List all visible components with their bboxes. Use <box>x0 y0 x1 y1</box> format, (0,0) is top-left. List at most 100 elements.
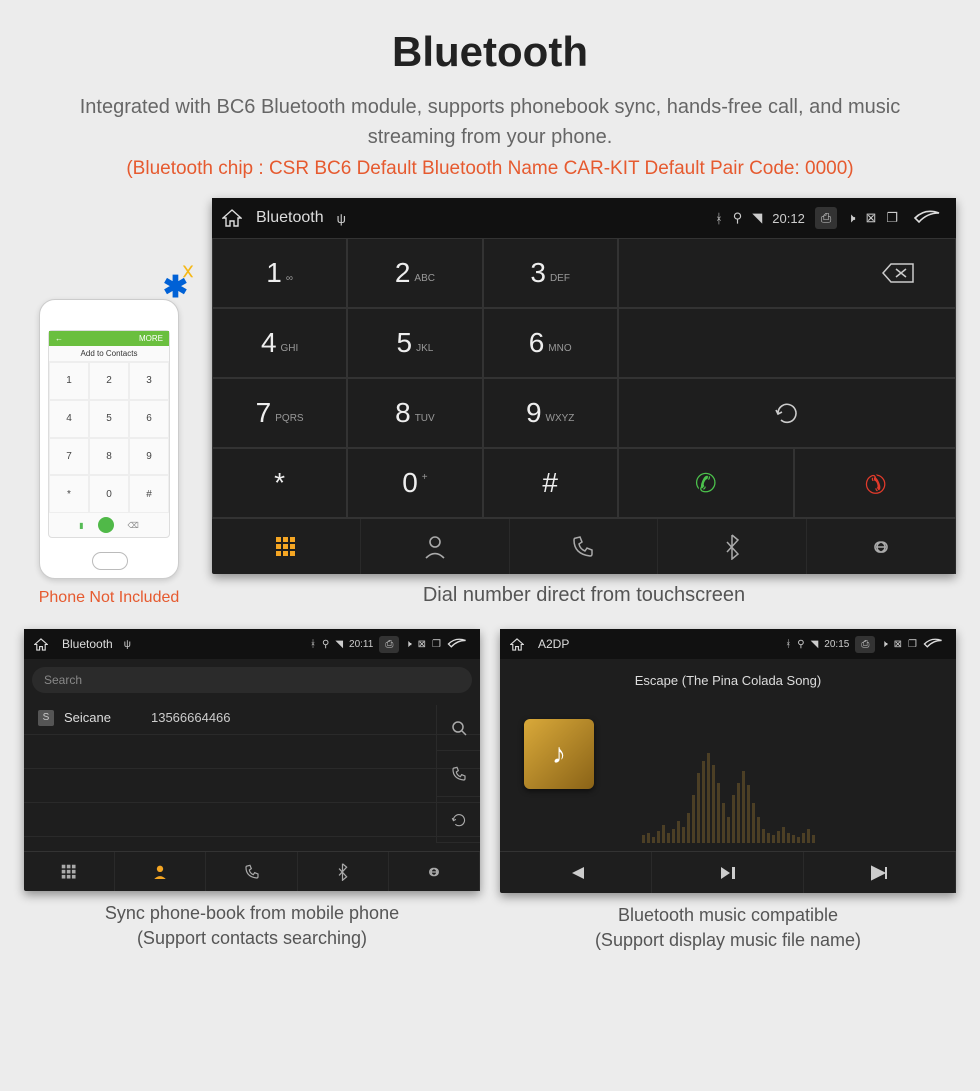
visualizer <box>500 751 956 851</box>
close-icon[interactable]: ⊠ <box>418 639 426 650</box>
recents-icon[interactable]: ❐ <box>432 639 441 650</box>
contact-row-empty <box>24 769 480 803</box>
key-5[interactable]: 5JKL <box>347 308 482 378</box>
recents-icon[interactable]: ❐ <box>908 639 917 650</box>
screenshot-icon[interactable]: ⎙ <box>379 636 399 653</box>
nav-keypad-icon[interactable] <box>24 852 115 891</box>
key-8[interactable]: 8TUV <box>347 378 482 448</box>
location-icon: ⚲ <box>797 639 804 650</box>
key-4[interactable]: 4GHI <box>212 308 347 378</box>
contacts-headunit: Bluetooth ψ ᚼ ⚲ ◥ 20:11 ⎙ 🕨 ⊠ ❐ Search S… <box>24 629 480 891</box>
volume-icon[interactable]: 🕨 <box>881 639 887 650</box>
phone-not-included-label: Phone Not Included <box>24 589 194 607</box>
bluetooth-signal-icon: ✱ <box>163 270 188 305</box>
home-icon[interactable] <box>34 638 48 651</box>
volume-icon[interactable]: 🕨 <box>847 210 855 226</box>
call-hangup-button[interactable]: ✆ <box>794 448 956 518</box>
screenshot-icon[interactable]: ⎙ <box>855 636 875 653</box>
app-name: A2DP <box>538 637 569 651</box>
side-call-icon[interactable] <box>436 751 480 797</box>
status-bar: Bluetooth ψ ᚼ ⚲ ◥ 20:12 ⎙ 🕨 ⊠ ❐ <box>212 198 956 238</box>
app-name: Bluetooth <box>62 637 113 651</box>
music-controls <box>500 851 956 893</box>
wifi-icon: ◥ <box>335 639 343 650</box>
key-star[interactable]: * <box>212 448 347 518</box>
search-input[interactable]: Search <box>32 667 472 693</box>
call-answer-button[interactable]: ✆ <box>618 448 794 518</box>
nav-keypad-icon[interactable] <box>212 519 361 574</box>
add-contacts-label: Add to Contacts <box>49 346 169 362</box>
nav-pair-icon[interactable] <box>389 852 480 891</box>
back-icon[interactable] <box>923 638 943 650</box>
back-icon[interactable] <box>913 210 941 226</box>
key-3[interactable]: 3DEF <box>483 238 618 308</box>
smartphone-mock: ✱ ←MORE Add to Contacts 123456789*0# ▮⌫ <box>39 299 179 579</box>
contact-initial-badge: S <box>38 710 54 726</box>
bluetooth-specs: (Bluetooth chip : CSR BC6 Default Blueto… <box>0 158 980 198</box>
bluetooth-icon: ᚼ <box>785 639 791 650</box>
play-pause-button[interactable] <box>652 852 804 893</box>
contact-row[interactable]: S Seicane 13566664466 <box>24 701 480 735</box>
bluetooth-icon: ᚼ <box>715 211 723 226</box>
wifi-icon: ◥ <box>752 210 762 226</box>
music-headunit: A2DP ᚼ ⚲ ◥ 20:15 ⎙ 🕨 ⊠ ❐ Escape (The Pin… <box>500 629 956 893</box>
home-icon[interactable] <box>222 209 242 227</box>
clock-label: 20:11 <box>349 639 373 650</box>
home-icon[interactable] <box>510 638 524 651</box>
nav-pair-icon[interactable] <box>807 519 956 574</box>
page-subtitle: Integrated with BC6 Bluetooth module, su… <box>0 76 980 158</box>
contact-row-empty <box>24 803 480 837</box>
key-1[interactable]: 1∞ <box>212 238 347 308</box>
dialer-nav <box>212 518 956 574</box>
nav-bluetooth-icon[interactable] <box>658 519 807 574</box>
screenshot-icon[interactable]: ⎙ <box>815 207 837 229</box>
close-icon[interactable]: ⊠ <box>894 639 902 650</box>
dial-keypad: 1∞ 2ABC 3DEF 4GHI 5JKL 6MNO 7PQRS 8TUV 9… <box>212 238 956 518</box>
contact-name: Seicane <box>64 710 111 725</box>
location-icon: ⚲ <box>733 210 743 226</box>
app-name: Bluetooth <box>256 209 324 227</box>
key-redial[interactable] <box>618 378 956 448</box>
dialer-caption: Dial number direct from touchscreen <box>212 574 956 607</box>
song-title: Escape (The Pina Colada Song) <box>635 673 821 688</box>
page-title: Bluetooth <box>0 0 980 76</box>
contact-list: S Seicane 13566664466 <box>24 701 480 851</box>
contacts-caption: Sync phone-book from mobile phone(Suppor… <box>24 891 480 951</box>
contact-row-empty <box>24 735 480 769</box>
back-icon[interactable] <box>447 638 467 650</box>
key-blank <box>618 308 956 378</box>
key-0[interactable]: 0+ <box>347 448 482 518</box>
bluetooth-icon: ᚼ <box>310 639 316 650</box>
recents-icon[interactable]: ❐ <box>886 210 898 226</box>
nav-bluetooth-icon[interactable] <box>298 852 389 891</box>
nav-calllog-icon[interactable] <box>206 852 297 891</box>
nav-contacts-icon[interactable] <box>361 519 510 574</box>
next-track-button[interactable] <box>804 852 956 893</box>
prev-track-button[interactable] <box>500 852 652 893</box>
contact-number: 13566664466 <box>151 710 231 725</box>
dialer-headunit: Bluetooth ψ ᚼ ⚲ ◥ 20:12 ⎙ 🕨 ⊠ ❐ 1∞ 2ABC … <box>212 198 956 574</box>
nav-calllog-icon[interactable] <box>510 519 659 574</box>
key-2[interactable]: 2ABC <box>347 238 482 308</box>
nav-contacts-icon[interactable] <box>115 852 206 891</box>
clock-label: 20:15 <box>824 639 849 650</box>
key-hash[interactable]: # <box>483 448 618 518</box>
clock-label: 20:12 <box>772 211 805 226</box>
music-body: Escape (The Pina Colada Song) ♪ <box>500 659 956 851</box>
contacts-status-bar: Bluetooth ψ ᚼ ⚲ ◥ 20:11 ⎙ 🕨 ⊠ ❐ <box>24 629 480 659</box>
wifi-icon: ◥ <box>811 639 819 650</box>
music-caption: Bluetooth music compatible(Support displ… <box>500 893 956 953</box>
key-6[interactable]: 6MNO <box>483 308 618 378</box>
key-7[interactable]: 7PQRS <box>212 378 347 448</box>
phone-mock-wrap: ✱ ←MORE Add to Contacts 123456789*0# ▮⌫ … <box>24 299 194 607</box>
usb-icon: ψ <box>337 211 346 226</box>
key-9[interactable]: 9WXYZ <box>483 378 618 448</box>
volume-icon[interactable]: 🕨 <box>405 639 411 650</box>
side-sync-icon[interactable] <box>436 797 480 843</box>
usb-icon: ψ <box>124 639 131 650</box>
music-status-bar: A2DP ᚼ ⚲ ◥ 20:15 ⎙ 🕨 ⊠ ❐ <box>500 629 956 659</box>
close-icon[interactable]: ⊠ <box>865 210 876 226</box>
key-backspace[interactable] <box>618 238 956 308</box>
location-icon: ⚲ <box>322 639 329 650</box>
side-search-icon[interactable] <box>436 705 480 751</box>
